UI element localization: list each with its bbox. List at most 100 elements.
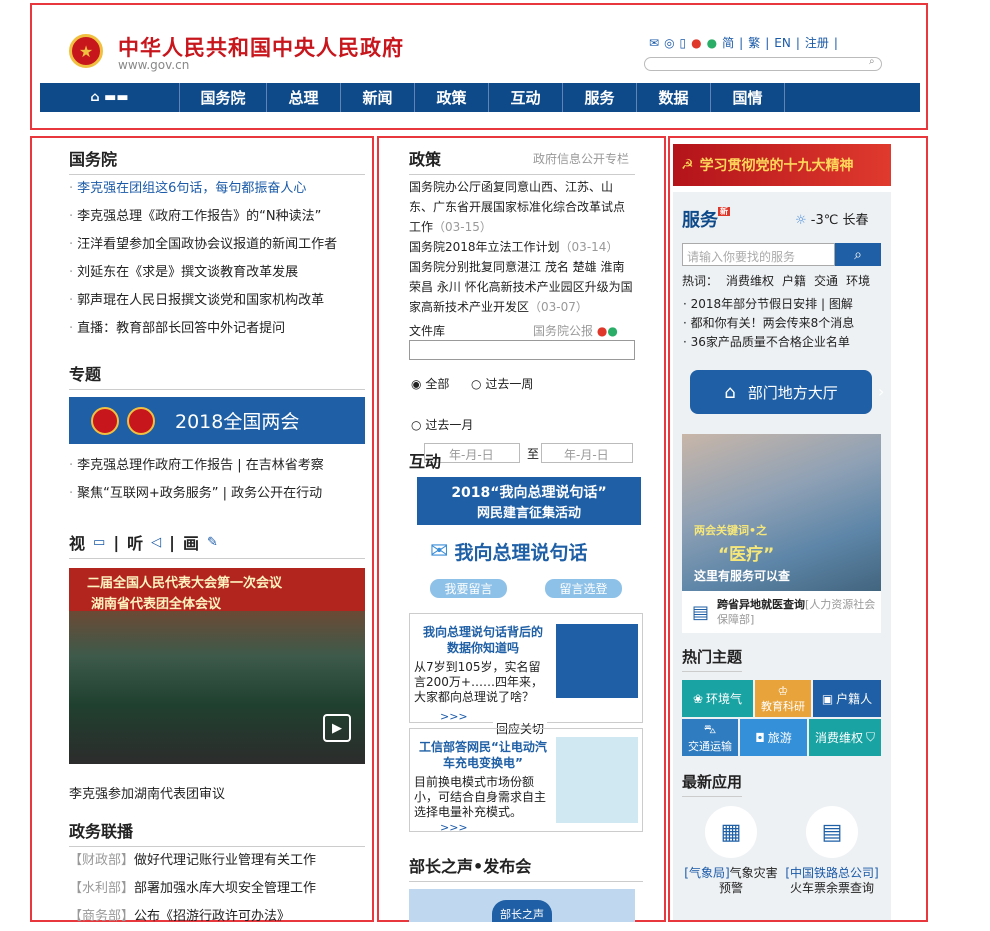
card-more[interactable]: >>> (440, 821, 468, 834)
weibo-icon[interactable]: ● (597, 324, 607, 338)
list-item[interactable]: 【水利部】部署加强水库大坝安全管理工作 (69, 875, 365, 903)
hot-word[interactable]: 交通 (814, 272, 838, 289)
date-to-input[interactable]: 年-月-日 (541, 443, 633, 463)
tile-education[interactable]: ♔ 教育科研 (755, 680, 811, 717)
mobile-icon[interactable]: ▯ (680, 36, 687, 50)
slogan-text: 我向总理说句话 (454, 542, 588, 564)
radio-icon[interactable]: ○ (411, 418, 421, 432)
weibo-icon[interactable]: ● (691, 36, 701, 50)
list-item[interactable]: · 都和你有关！两会传来8个消息 (683, 314, 854, 333)
selected-messages-button[interactable]: 留言选登 (545, 579, 622, 598)
list-item[interactable]: 国务院办公厅函复同意山西、江苏、山东、广东省开展国家标准化综合改革试点工作（03… (409, 177, 635, 237)
list-item[interactable]: · 刘延东在《求是》撰文谈教育改革发展 (69, 259, 365, 287)
list-item[interactable]: · 36家产品质量不合格企业名单 (683, 333, 854, 352)
radio-all[interactable]: ◉ 全部 (411, 375, 449, 392)
minister-banner[interactable]: 部长之声 (409, 889, 635, 922)
search-icon[interactable]: ⌕ (869, 56, 875, 67)
chat-icon[interactable]: ◎ (664, 36, 674, 50)
minister-title[interactable]: 部长之声•发布会 (409, 853, 643, 882)
list-item[interactable]: 【财政部】做好代理记账行业管理有关工作 (69, 847, 365, 875)
nav-services[interactable]: 服务 (563, 83, 637, 112)
list-item[interactable]: · 聚焦“互联网+政务服务” | 政务公开在行动 (69, 480, 365, 508)
nav-national-info[interactable]: 国情 (711, 83, 785, 112)
edit-icon[interactable]: ✎ (207, 535, 218, 550)
tile-transport[interactable]: ⛍ 交通运输 (682, 719, 738, 756)
hot-word[interactable]: 环境 (846, 272, 870, 289)
lang-simplified-link[interactable]: 简 (722, 34, 734, 51)
list-item[interactable]: 国务院2018年立法工作计划（03-14） (409, 237, 635, 257)
lang-english-link[interactable]: EN (774, 36, 791, 50)
state-council-title[interactable]: 国务院 (69, 146, 365, 175)
policy-subtitle[interactable]: 政府信息公开专栏 (533, 150, 629, 167)
hot-word[interactable]: 消费维权 (726, 272, 774, 289)
photo-text-1: 两会关键词•之 (694, 524, 768, 537)
topics-title[interactable]: 专题 (69, 361, 365, 390)
tile-environment[interactable]: ❀ 环境气 (682, 680, 753, 717)
play-icon[interactable]: ▶ (323, 714, 351, 742)
radio-month[interactable]: ○ 过去一月 (411, 416, 473, 433)
leave-message-button[interactable]: 我要留言 (430, 579, 507, 598)
apps-title[interactable]: 最新应用 (682, 771, 743, 797)
radio-week[interactable]: ○ 过去一周 (471, 375, 533, 392)
dept-hall-button[interactable]: ⌂ 部门地方大厅 (690, 370, 872, 414)
list-item[interactable]: 国务院分别批复同意湛江 茂名 楚雄 淮南 荣昌 永川 怀化高新技术产业园区升级为… (409, 257, 635, 317)
radio-checked-icon[interactable]: ◉ (411, 377, 421, 391)
service-photo[interactable]: 两会关键词•之 “医疗” 这里有服务可以查 (682, 434, 881, 591)
app-train-tickets[interactable]: ▤ [中国铁路总公司] 火车票余票查询 (783, 806, 881, 896)
wechat-icon[interactable]: ● (607, 324, 617, 338)
app-weather-warning[interactable]: ▦ [气象局]气象灾害预警 (682, 806, 780, 896)
tile-consumer[interactable]: 消费维权 ⛉ (809, 719, 881, 756)
nav-policy[interactable]: 政策 (415, 83, 489, 112)
interact-title[interactable]: 互动 (409, 448, 441, 472)
list-item[interactable]: · 郭声琨在人民日报撰文谈党和国家机构改革 (69, 287, 365, 315)
tab-video[interactable]: 视 (69, 530, 85, 554)
interact-banner[interactable]: 2018“我向总理说句话” 网民建言征集活动 (417, 477, 641, 525)
list-item[interactable]: · 李克强总理作政府工作报告 | 在吉林省考察 (69, 452, 365, 480)
nav-home-icon[interactable]: ⌂ ▬▬ (40, 83, 180, 112)
hot-topics-title[interactable]: 热门主题 (682, 646, 743, 672)
service-search-input[interactable]: 请输入你要找的服务 (682, 243, 835, 266)
tile-tourism[interactable]: ◘ 旅游 (740, 719, 807, 756)
article-card[interactable]: 工信部答网民“让电动汽车充电变换电” 目前换电模式市场份额小，可结合自身需求自主… (409, 728, 643, 834)
carousel-next-icon[interactable]: › (878, 382, 884, 401)
article-card[interactable]: 我向总理说句话背后的数据你知道吗 从7岁到105岁，实名留言200万+……四年来… (409, 613, 643, 723)
lang-traditional-link[interactable]: 繁 (748, 34, 760, 51)
list-item[interactable]: · 2018年部分节假日安排 | 图解 (683, 295, 854, 314)
list-item[interactable]: 【商务部】公布《招游行政许可办法》 (69, 903, 365, 931)
speaker-icon[interactable]: ◁ (151, 535, 161, 550)
doc-search-input[interactable] (409, 340, 635, 360)
message-slogan[interactable]: ✉ 我向总理说句话 (430, 538, 587, 565)
service-search-button[interactable]: ⌕ (835, 243, 881, 266)
nav-state-council[interactable]: 国务院 (180, 83, 267, 112)
two-sessions-banner[interactable]: 2018全国两会 (69, 397, 365, 444)
dept-hall-text: 部门地方大厅 (747, 383, 838, 402)
register-link[interactable]: 注册 (805, 34, 829, 51)
list-item[interactable]: · 李克强总理《政府工作报告》的“N种读法” (69, 203, 365, 231)
party-banner[interactable]: ☭ 学习贯彻党的十九大精神 (673, 144, 891, 186)
list-item[interactable]: · 李克强在团组这6句话，每句都振奋人心 (69, 175, 365, 203)
weather-widget[interactable]: ☼ -3℃ 长春 (795, 209, 869, 228)
service-title[interactable]: 服务新 (682, 206, 730, 232)
header-search-input[interactable] (644, 57, 882, 71)
tab-picture[interactable]: 画 (183, 530, 199, 554)
photo-caption[interactable]: 李克强参加湖南代表团审议 (69, 783, 225, 802)
news-photo[interactable]: 二届全国人民代表大会第一次会议 湖南省代表团全体会议 ▶ (69, 568, 365, 764)
tile-household[interactable]: ▣ 户籍人 (813, 680, 881, 717)
wechat-icon[interactable]: ● (707, 36, 717, 50)
nav-data[interactable]: 数据 (637, 83, 711, 112)
list-item[interactable]: · 直播：教育部部长回答中外记者提问 (69, 315, 365, 343)
nav-news[interactable]: 新闻 (341, 83, 415, 112)
hot-word[interactable]: 户籍 (782, 272, 806, 289)
nav-premier[interactable]: 总理 (267, 83, 341, 112)
card-more[interactable]: >>> (440, 710, 468, 723)
cross-province-query[interactable]: ▤ 跨省异地就医查询[人力资源社会保障部] (682, 591, 881, 633)
list-item[interactable]: · 汪洋看望参加全国政协会议报道的新闻工作者 (69, 231, 365, 259)
national-emblem-icon[interactable]: ★ (69, 34, 103, 68)
tab-audio[interactable]: 听 (127, 530, 143, 554)
gazette-link[interactable]: 国务院公报 ●● (533, 322, 618, 339)
gov-links-title[interactable]: 政务联播 (69, 818, 365, 847)
nav-interact[interactable]: 互动 (489, 83, 563, 112)
radio-icon[interactable]: ○ (471, 377, 481, 391)
video-icon[interactable]: ▭ (93, 535, 105, 550)
mail-icon[interactable]: ✉ (649, 36, 659, 50)
